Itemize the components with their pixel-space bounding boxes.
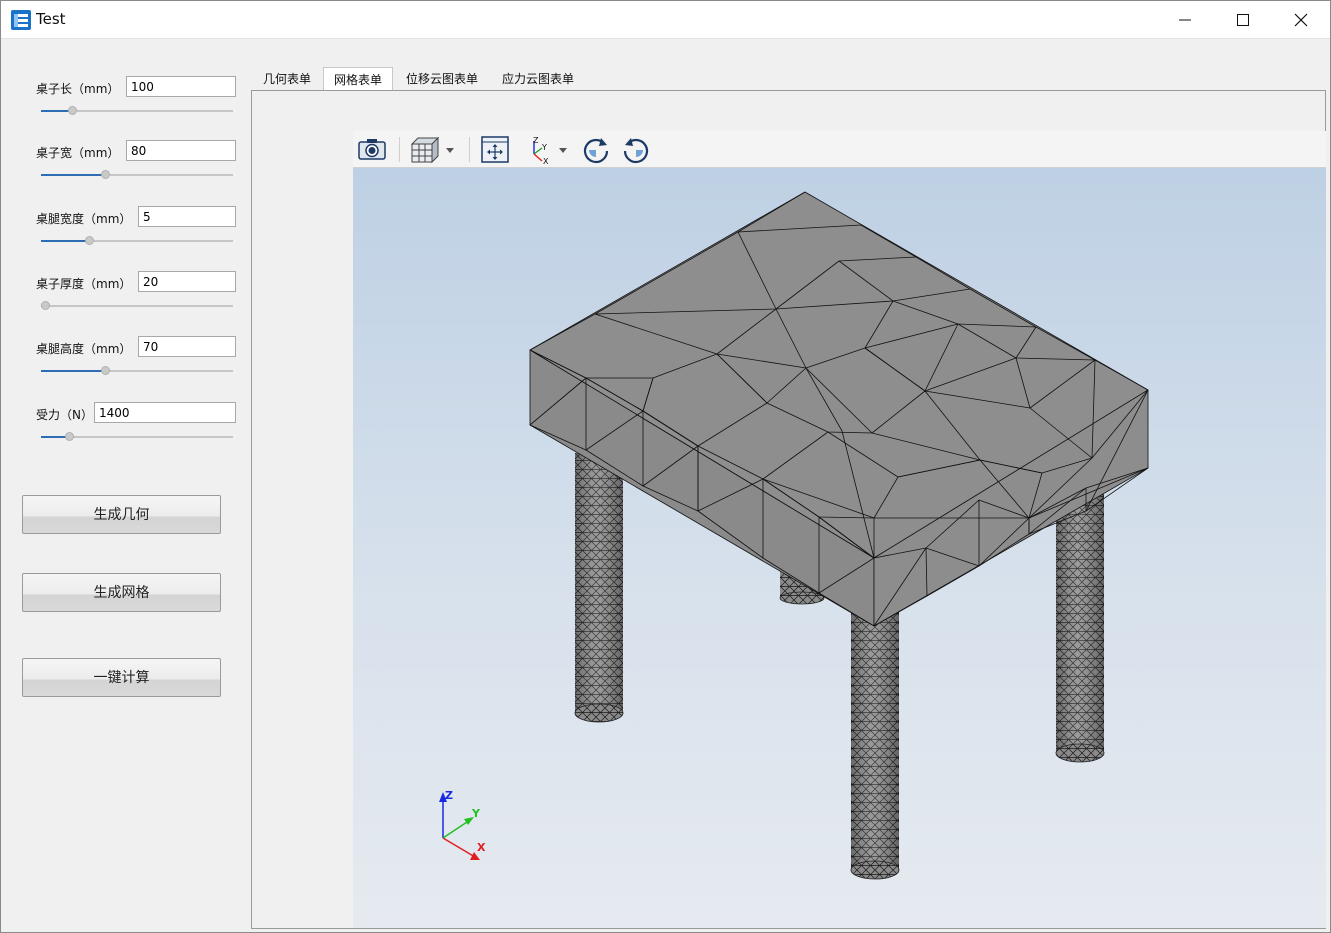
table-width-slider[interactable] [41,170,233,179]
window-title: Test [36,10,66,28]
minimize-button[interactable] [1156,1,1214,38]
axis-label-x: X [477,841,486,854]
table-leg-front [850,608,900,880]
screenshot-button[interactable] [356,134,388,165]
fit-all-button[interactable] [479,134,511,165]
svg-text:Z: Z [533,136,539,145]
generate-geometry-button[interactable]: 生成几何 [22,495,221,534]
table-thickness-input[interactable] [138,271,236,292]
app-icon [11,10,31,30]
rotate-ccw-icon [623,138,649,164]
viewer-toolbar: Z Y X [353,131,1326,168]
close-icon [1294,13,1308,27]
table-thickness-slider[interactable] [41,301,233,310]
slider-fill [41,240,89,242]
param-label-leg-height: 桌腿高度（mm） [36,342,132,356]
main-window: Test 桌子长（mm） 桌子宽（mm） 桌腿宽度（mm） [0,0,1331,933]
axis-views-icon: Z Y X [533,136,567,166]
axis-label-y: Y [471,807,481,820]
table-width-input[interactable] [126,140,236,161]
param-label-force: 受力（N） [36,408,93,422]
one-click-compute-button[interactable]: 一键计算 [22,658,221,697]
table-leg-right [1055,488,1105,763]
leg-width-input[interactable] [138,206,236,227]
generate-mesh-button[interactable]: 生成网格 [22,573,221,612]
3d-viewport[interactable]: Z Y X [353,168,1326,928]
rotate-counterclockwise-button[interactable] [620,134,652,165]
svg-text:X: X [543,157,549,165]
slider-handle[interactable] [85,236,94,245]
toolbar-separator [469,137,470,162]
table-length-input[interactable] [126,76,236,97]
fit-all-icon [481,136,509,163]
slider-handle[interactable] [101,170,110,179]
tab-stress[interactable]: 应力云图表单 [493,67,583,91]
rotate-cw-icon [583,138,609,164]
view-cube-button[interactable] [409,134,459,165]
tab-mesh[interactable]: 网格表单 [323,67,393,91]
tab-displacement[interactable]: 位移云图表单 [397,67,487,91]
leg-height-input[interactable] [138,336,236,357]
force-slider[interactable] [41,432,233,441]
maximize-icon [1237,14,1249,26]
axis-triad: Z Y X [439,789,486,860]
rotate-clockwise-button[interactable] [580,134,612,165]
force-input[interactable] [94,402,236,423]
close-button[interactable] [1272,1,1330,38]
param-label-table-thickness: 桌子厚度（mm） [36,277,132,291]
table-leg-left [574,453,624,723]
mesh-render: Z Y X [439,191,1149,880]
param-label-table-width: 桌子宽（mm） [36,146,120,160]
slider-handle[interactable] [68,106,77,115]
camera-icon [358,139,386,160]
view-cube-icon [410,136,454,164]
slider-handle[interactable] [101,366,110,375]
table-length-slider[interactable] [41,106,233,115]
title-bar: Test [1,1,1330,39]
svg-text:Y: Y [541,143,547,152]
axis-views-button[interactable]: Z Y X [523,134,571,166]
leg-width-slider[interactable] [41,236,233,245]
tab-geometry[interactable]: 几何表单 [253,67,321,91]
toolbar-separator [399,137,400,162]
param-label-table-length: 桌子长（mm） [36,82,120,96]
slider-handle[interactable] [65,432,74,441]
maximize-button[interactable] [1214,1,1272,38]
slider-fill [41,370,105,372]
axis-label-z: Z [445,789,453,802]
leg-height-slider[interactable] [41,366,233,375]
minimize-icon [1179,19,1191,21]
param-label-leg-width: 桌腿宽度（mm） [36,212,132,226]
slider-handle[interactable] [41,301,50,310]
slider-fill [41,174,105,176]
